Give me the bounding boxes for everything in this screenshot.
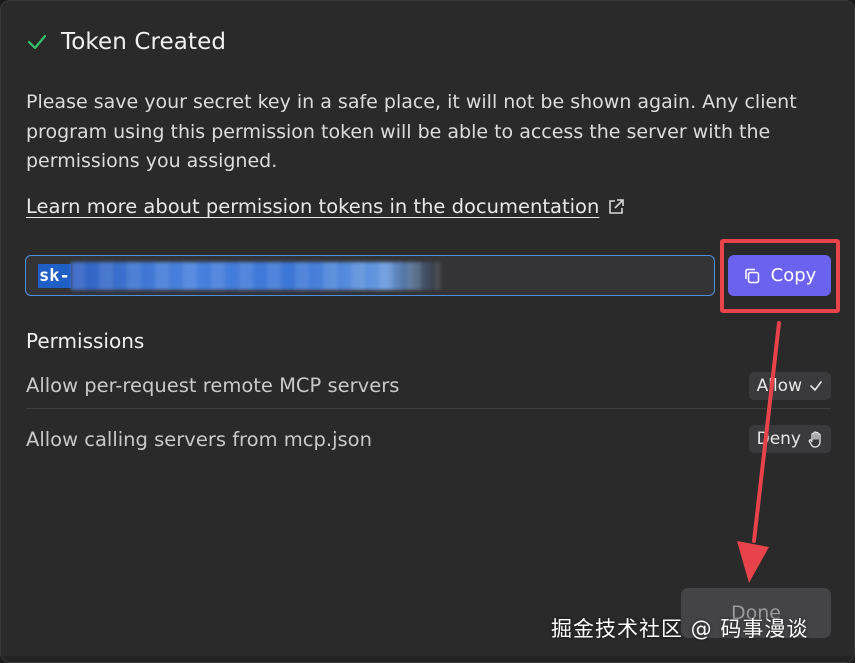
dialog-title: Token Created: [61, 29, 227, 55]
external-link-icon: [607, 198, 625, 216]
permission-row-mcp-json: Allow calling servers from mcp.json Deny: [26, 419, 831, 459]
secret-key-prefix: sk-: [38, 263, 71, 288]
copy-button-label: Copy: [770, 265, 817, 286]
bottom-edge: [1, 656, 854, 662]
permission-label: Allow calling servers from mcp.json: [26, 427, 372, 451]
watermark: 掘金技术社区 @ 码事漫谈: [551, 617, 809, 641]
hand-icon: [808, 430, 823, 448]
permissions-title: Permissions: [26, 329, 145, 353]
permission-value: Deny: [756, 429, 801, 449]
copy-icon: [743, 267, 761, 285]
permission-row-remote-mcp: Allow per-request remote MCP servers All…: [26, 363, 831, 409]
checkmark-icon: [809, 379, 823, 393]
permission-value: Allow: [756, 375, 802, 396]
copy-button[interactable]: Copy: [728, 255, 831, 296]
documentation-link[interactable]: Learn more about permission tokens in th…: [26, 195, 625, 218]
permission-toggle-deny[interactable]: Deny: [748, 425, 831, 453]
permission-toggle-allow[interactable]: Allow: [748, 371, 831, 400]
check-icon: [27, 32, 47, 52]
token-created-dialog: Token Created Please save your secret ke…: [0, 0, 855, 663]
documentation-link-text: Learn more about permission tokens in th…: [26, 195, 600, 218]
redacted-key-mosaic: [70, 261, 441, 290]
permission-label: Allow per-request remote MCP servers: [26, 374, 400, 397]
secret-key-field[interactable]: sk-: [25, 255, 715, 296]
dialog-description: Please save your secret key in a safe pl…: [26, 91, 797, 172]
dialog-header: Token Created: [27, 29, 226, 55]
